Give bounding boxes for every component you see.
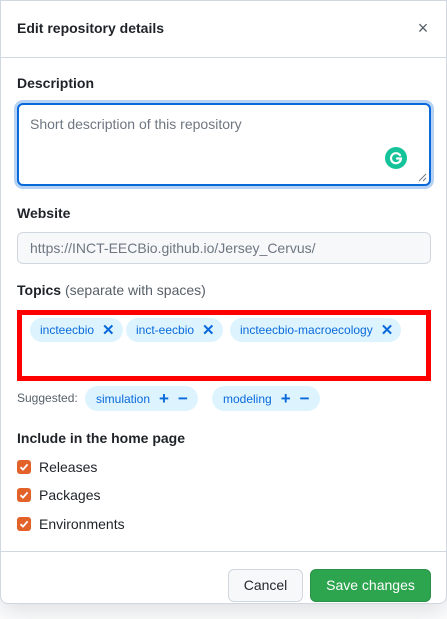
grammarly-icon[interactable] xyxy=(385,147,407,169)
packages-option-label: Packages xyxy=(39,487,101,503)
home-page-label: Include in the home page xyxy=(17,430,186,446)
suggested-topic: modeling + − xyxy=(212,386,320,411)
add-topic-icon[interactable]: + xyxy=(281,389,291,408)
website-value: https://INCT-EECBio.github.io/Jersey_Cer… xyxy=(30,240,316,256)
suggested-label: Suggested: xyxy=(17,391,78,405)
cancel-button[interactable]: Cancel xyxy=(228,569,303,602)
description-textarea[interactable]: Short description of this repository xyxy=(17,103,431,186)
add-topic-icon[interactable]: + xyxy=(159,389,169,408)
suggested-topic-label: simulation xyxy=(96,392,151,406)
topic-tag-label: inct-eecbio xyxy=(136,323,195,337)
description-placeholder: Short description of this repository xyxy=(30,116,242,132)
topics-input[interactable]: incteecbio ✕ inct-eecbio ✕ incteecbio-macr… xyxy=(17,310,431,381)
dialog-footer: Cancel Save changes xyxy=(1,551,446,604)
resize-handle-icon[interactable] xyxy=(418,173,427,182)
packages-checkbox[interactable] xyxy=(17,488,31,502)
checkmark-icon xyxy=(19,491,29,499)
dialog-header: Edit repository details × xyxy=(1,1,446,58)
website-input[interactable]: https://INCT-EECBio.github.io/Jersey_Cer… xyxy=(17,232,431,264)
close-icon[interactable]: × xyxy=(412,17,434,39)
topics-label-note: (separate with spaces) xyxy=(64,282,206,298)
checkmark-icon xyxy=(19,520,29,528)
website-label: Website xyxy=(17,205,71,221)
releases-option-label: Releases xyxy=(39,459,98,475)
background-page-heading xyxy=(100,602,112,619)
dialog-title: Edit repository details xyxy=(17,20,165,36)
suggested-topic-label: modeling xyxy=(223,392,272,406)
save-changes-button[interactable]: Save changes xyxy=(310,569,431,602)
edit-repository-dialog: Edit repository details × Description Sh… xyxy=(0,0,447,604)
topic-tag[interactable]: incteecbio ✕ xyxy=(30,318,123,342)
topics-label: Topics (separate with spaces) xyxy=(17,282,206,298)
environments-option-label: Environments xyxy=(39,516,125,532)
environments-checkbox[interactable] xyxy=(17,517,31,531)
releases-checkbox[interactable] xyxy=(17,460,31,474)
checkmark-icon xyxy=(19,463,29,471)
dismiss-topic-icon[interactable]: − xyxy=(178,389,188,408)
topic-tag-label: incteecbio xyxy=(40,323,95,337)
suggested-topic: simulation + − xyxy=(85,386,198,411)
dismiss-topic-icon[interactable]: − xyxy=(300,389,310,408)
topic-tag-label: incteecbio-macroecology xyxy=(240,323,373,337)
topics-label-text: Topics xyxy=(17,282,62,298)
remove-topic-icon[interactable]: ✕ xyxy=(381,322,394,339)
remove-topic-icon[interactable]: ✕ xyxy=(102,322,115,339)
remove-topic-icon[interactable]: ✕ xyxy=(202,322,215,339)
description-label: Description xyxy=(17,75,95,91)
topic-tag[interactable]: inct-eecbio ✕ xyxy=(126,318,223,342)
topic-tag[interactable]: incteecbio-macroecology ✕ xyxy=(230,318,402,342)
